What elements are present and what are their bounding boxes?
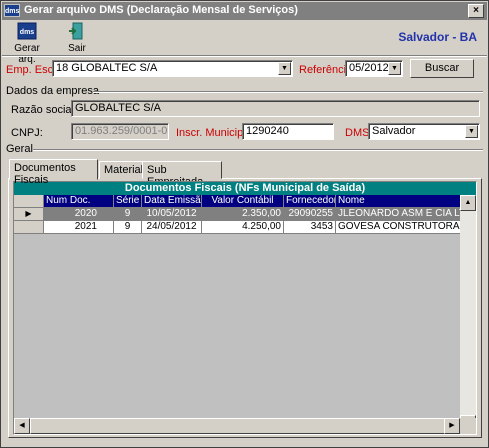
grid-title: Documentos Fiscais (NFs Municipal de Saí… — [14, 182, 476, 195]
table-row-1-nome[interactable]: JLEONARDO ASM E CIA LTDA — [336, 208, 476, 221]
col-header-fornecedor[interactable]: Fornecedor — [284, 195, 336, 208]
razao-social-value: GLOBALTEC S/A — [75, 102, 161, 114]
table-row-1-serie[interactable]: 9 — [114, 208, 142, 221]
scroll-thumb[interactable] — [30, 418, 450, 434]
chevron-down-icon[interactable]: ▼ — [388, 62, 401, 75]
header-corner — [14, 195, 44, 208]
sair-button[interactable]: Sair — [62, 22, 92, 55]
main-window: dms Gerar arquivo DMS (Declaração Mensal… — [0, 0, 489, 448]
inscr-municipal-input[interactable]: 1290240 — [242, 123, 334, 140]
table-row-1-num-doc[interactable]: 2020 — [44, 208, 114, 221]
col-header-serie[interactable]: Série — [114, 195, 142, 208]
table-row-2-num-doc[interactable]: 2021 — [44, 221, 114, 234]
row-selector-icon[interactable]: ▶ — [14, 208, 44, 221]
col-header-num-doc[interactable]: Num Doc. — [44, 195, 114, 208]
referencia-value: 05/2012 — [349, 62, 389, 74]
scroll-corner — [460, 418, 476, 434]
scroll-right-icon[interactable]: ▶ — [444, 418, 460, 434]
close-button[interactable]: × — [468, 4, 484, 18]
row-selector[interactable] — [14, 221, 44, 234]
vertical-scrollbar[interactable]: ▲ ▼ — [460, 195, 476, 431]
dms-select[interactable]: Salvador ▼ — [368, 123, 480, 140]
emp-escr-select[interactable]: 18 GLOBALTEC S/A ▼ — [52, 60, 293, 77]
svg-text:dms: dms — [20, 29, 35, 36]
razao-social-label: Razão social: — [11, 104, 78, 116]
window-title: Gerar arquivo DMS (Declaração Mensal de … — [24, 4, 298, 16]
table-row-2-valor[interactable]: 4.250,00 — [202, 221, 284, 234]
table-row-2-fornecedor[interactable]: 3453 — [284, 221, 336, 234]
scroll-up-icon[interactable]: ▲ — [460, 195, 476, 211]
title-bar: dms Gerar arquivo DMS (Declaração Mensal… — [2, 2, 487, 20]
table-row-2-nome[interactable]: GOVESA CONSTRUTORA LTDA. — [336, 221, 476, 234]
gerar-arquivo-button[interactable]: dms Gerar arq. — [6, 22, 48, 65]
dms-value: Salvador — [372, 125, 416, 137]
geral-label: Geral — [6, 143, 33, 155]
dms-file-icon: dms — [6, 22, 48, 43]
table-row-1-fornecedor[interactable]: 29090255 — [284, 208, 336, 221]
col-header-nome[interactable]: Nome — [336, 195, 476, 208]
sair-label: Sair — [68, 43, 86, 54]
col-header-valor-contabil[interactable]: Valor Contábil — [202, 195, 284, 208]
table-row-2-serie[interactable]: 9 — [114, 221, 142, 234]
chevron-down-icon[interactable]: ▼ — [465, 125, 478, 138]
emp-escr-value: 18 GLOBALTEC S/A — [56, 62, 158, 74]
table-row-2-data[interactable]: 24/05/2012 — [142, 221, 202, 234]
toolbar: dms Gerar arq. Sair Salvador - BA — [2, 21, 487, 65]
documentos-grid[interactable]: Documentos Fiscais (NFs Municipal de Saí… — [13, 181, 477, 435]
horizontal-scrollbar[interactable]: ◀ ▶ — [14, 418, 460, 434]
table-row-1-valor[interactable]: 2.350,00 — [202, 208, 284, 221]
tab-documentos-fiscais[interactable]: Documentos Fiscais — [9, 159, 98, 186]
gerar-arquivo-label: Gerar arq. — [14, 43, 40, 65]
col-header-data-emissao[interactable]: Data Emissão — [142, 195, 202, 208]
city-brand: Salvador - BA — [398, 30, 477, 44]
cnpj-label: CNPJ: — [11, 127, 43, 139]
scroll-left-icon[interactable]: ◀ — [14, 418, 30, 434]
tab-sub-empreitada[interactable]: Sub Empreitada — [142, 161, 222, 188]
tab-material[interactable]: Material — [99, 161, 143, 179]
dados-empresa-label: Dados da empresa — [6, 85, 99, 97]
buscar-button[interactable]: Buscar — [410, 59, 474, 78]
app-icon: dms — [4, 4, 20, 17]
referencia-select[interactable]: 05/2012 ▼ — [345, 60, 403, 77]
exit-door-icon — [62, 22, 92, 43]
cnpj-field: 01.963.259/0001-09 — [71, 123, 169, 140]
cnpj-value: 01.963.259/0001-09 — [75, 125, 169, 137]
inscr-municipal-value: 1290240 — [246, 125, 289, 137]
razao-social-field: GLOBALTEC S/A — [71, 100, 480, 117]
dados-empresa-divider — [93, 91, 483, 93]
chevron-down-icon[interactable]: ▼ — [278, 62, 291, 75]
geral-divider — [33, 149, 483, 151]
toolbar-divider — [2, 55, 487, 57]
table-row-1-data[interactable]: 10/05/2012 — [142, 208, 202, 221]
